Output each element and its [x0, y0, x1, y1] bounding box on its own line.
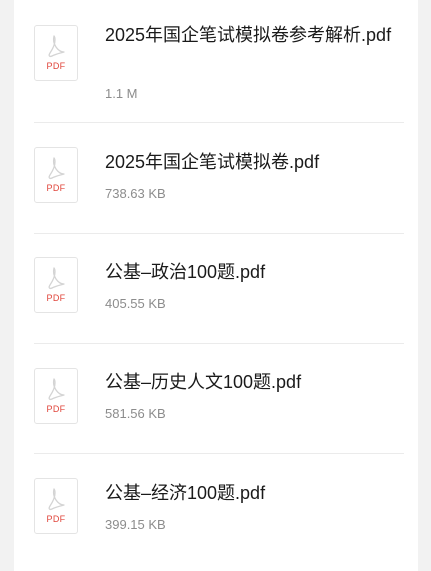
file-item[interactable]: PDF 2025年国企笔试模拟卷参考解析.pdf 1.1 M	[14, 0, 418, 123]
file-size: 738.63 KB	[105, 186, 166, 201]
pdf-type-label: PDF	[46, 293, 66, 303]
file-size: 405.55 KB	[105, 296, 166, 311]
pdf-file-icon: PDF	[34, 478, 78, 534]
file-size: 399.15 KB	[105, 517, 166, 532]
file-name: 公基–经济100题.pdf	[105, 483, 266, 503]
file-name: 公基–历史人文100题.pdf	[105, 372, 302, 392]
pdf-type-label: PDF	[46, 514, 66, 524]
pdf-file-icon: PDF	[34, 147, 78, 203]
file-name: 2025年国企笔试模拟卷参考解析.pdf	[105, 25, 392, 45]
pdf-file-icon: PDF	[34, 368, 78, 424]
pdf-file-icon: PDF	[34, 257, 78, 313]
file-size: 1.1 M	[105, 86, 138, 101]
pdf-type-label: PDF	[46, 183, 66, 193]
file-list-card: PDF 2025年国企笔试模拟卷参考解析.pdf 1.1 M PDF 2025年…	[14, 0, 418, 571]
file-item[interactable]: PDF 2025年国企笔试模拟卷.pdf 738.63 KB	[14, 123, 418, 234]
acrobat-icon	[48, 488, 65, 511]
acrobat-icon	[48, 378, 65, 401]
acrobat-icon	[48, 267, 65, 290]
file-name: 2025年国企笔试模拟卷.pdf	[105, 152, 320, 172]
pdf-type-label: PDF	[46, 61, 66, 71]
pdf-file-icon: PDF	[34, 25, 78, 81]
acrobat-icon	[48, 35, 65, 58]
file-list: PDF 2025年国企笔试模拟卷参考解析.pdf 1.1 M PDF 2025年…	[14, 0, 418, 571]
pdf-type-label: PDF	[46, 404, 66, 414]
file-item[interactable]: PDF 公基–历史人文100题.pdf 581.56 KB	[14, 344, 418, 454]
file-item[interactable]: PDF 公基–政治100题.pdf 405.55 KB	[14, 234, 418, 344]
file-name: 公基–政治100题.pdf	[105, 262, 266, 282]
acrobat-icon	[48, 157, 65, 180]
file-size: 581.56 KB	[105, 406, 166, 421]
file-item[interactable]: PDF 公基–经济100题.pdf 399.15 KB	[14, 454, 418, 571]
